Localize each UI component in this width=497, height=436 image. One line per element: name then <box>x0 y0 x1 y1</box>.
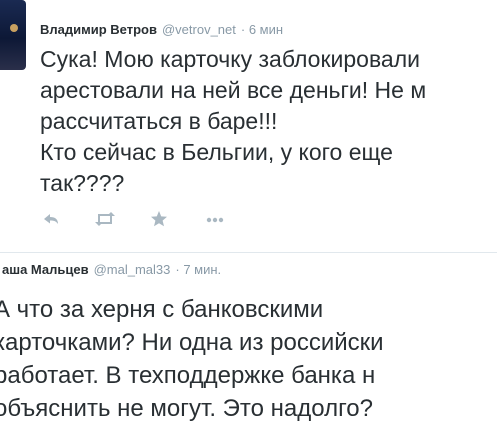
author-name[interactable]: аша Мальцев <box>2 262 89 277</box>
author-handle[interactable]: @vetrov_net <box>162 22 236 37</box>
star-icon[interactable] <box>148 208 170 235</box>
author-name[interactable]: Владимир Ветров <box>40 22 157 37</box>
tweet-1[interactable]: Владимир Ветров @vetrov_net · 6 мин Сука! … <box>0 0 497 252</box>
tweet-text: А что за херня с банковскими карточками?… <box>0 296 384 422</box>
tweet-timestamp[interactable]: · 6 мин <box>241 22 283 37</box>
author-handle[interactable]: @mal_mal33 <box>94 262 171 277</box>
tweet-timestamp[interactable]: · 7 мин. <box>175 262 221 277</box>
tweet-header: Владимир Ветров @vetrov_net · 6 мин <box>40 22 283 37</box>
tweet-text: Сука! Мою карточку заблокировали арестов… <box>40 46 427 196</box>
more-icon[interactable] <box>204 208 226 235</box>
avatar[interactable] <box>0 0 26 70</box>
tweet-2[interactable]: аша Мальцев @mal_mal33 · 7 мин. А что за х… <box>0 252 497 436</box>
reply-icon[interactable] <box>40 208 62 235</box>
retweet-icon[interactable] <box>92 208 118 235</box>
tweet-header: аша Мальцев @mal_mal33 · 7 мин. <box>2 262 221 277</box>
